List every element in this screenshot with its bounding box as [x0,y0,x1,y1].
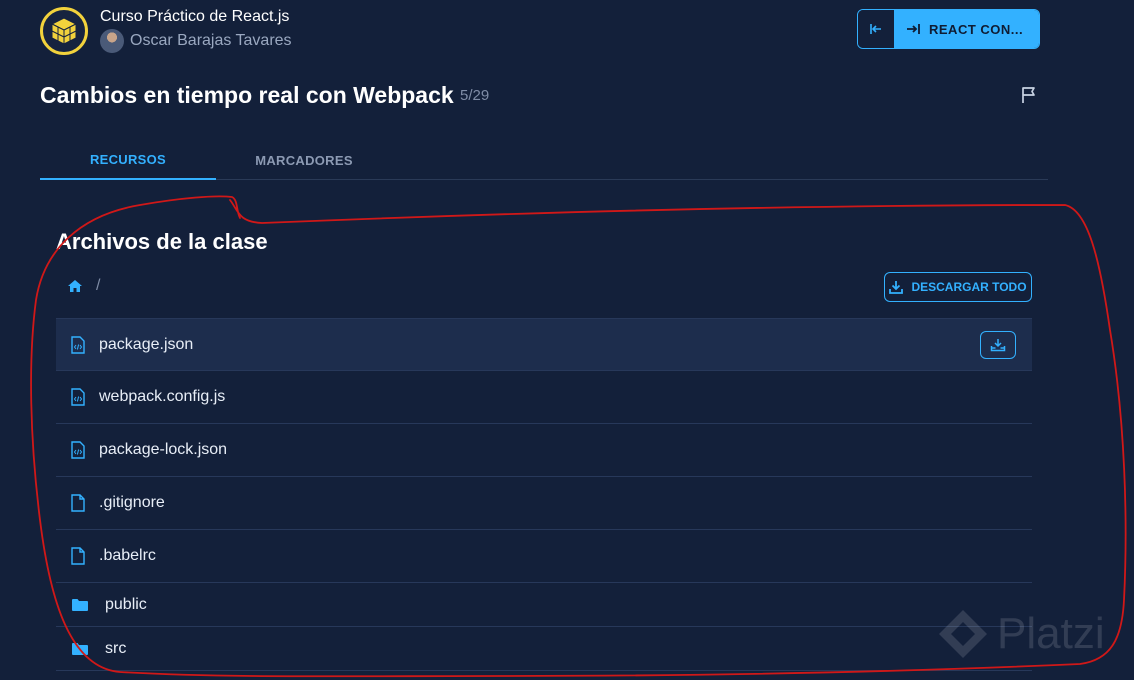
flag-icon [1022,87,1035,103]
folder-icon [72,642,88,655]
tab-bar: RECURSOS MARCADORES [40,140,1048,180]
file-icon [71,547,85,565]
file-icon [71,494,85,512]
list-item[interactable]: public [56,583,1032,627]
download-file-button[interactable] [980,331,1016,359]
teacher[interactable]: Oscar Barajas Tavares [100,29,292,53]
webpack-cube-icon [50,17,78,45]
watermark-text: Platzi [997,609,1105,658]
download-all-label: DESCARGAR TODO [911,280,1027,294]
page: Curso Práctico de React.js Oscar Barajas… [0,0,1134,680]
code-file-icon [71,441,85,459]
previous-lesson-button[interactable] [858,10,895,48]
list-item[interactable]: package.json [56,318,1032,371]
next-lesson-button[interactable]: REACT CON... [895,10,1039,48]
course-title[interactable]: Curso Práctico de React.js [100,8,289,26]
folder-name: public [105,595,147,613]
avatar [100,29,124,53]
lesson-navigation: REACT CON... [857,9,1040,49]
folder-icon [72,598,88,611]
arrow-left-to-bar-icon [870,24,881,34]
tab-recursos[interactable]: RECURSOS [40,140,216,180]
download-icon [990,339,1006,352]
tab-marcadores[interactable]: MARCADORES [216,140,392,180]
lesson-counter: 5/29 [460,87,490,104]
list-item[interactable]: webpack.config.js [56,371,1032,424]
breadcrumb: / [67,277,100,295]
code-file-icon [71,388,85,406]
page-title: Cambios en tiempo real con Webpack [40,82,454,108]
arrow-right-to-bar-icon [907,24,920,34]
download-all-button[interactable]: DESCARGAR TODO [884,272,1032,302]
report-flag-button[interactable] [1018,84,1040,106]
course-badge-logo[interactable] [40,7,88,55]
platzi-logo-icon [939,610,987,658]
list-item[interactable]: package-lock.json [56,424,1032,477]
watermark: Platzi [935,606,1105,662]
home-icon[interactable] [67,279,83,293]
breadcrumb-separator: / [96,277,101,294]
download-icon [889,281,904,294]
code-file-icon [71,335,85,354]
list-item[interactable]: .gitignore [56,477,1032,530]
files-section-title: Archivos de la clase [56,229,268,254]
file-name: .babelrc [99,547,156,564]
folder-name: src [105,639,127,657]
list-item[interactable]: src [56,627,1032,671]
teacher-name: Oscar Barajas Tavares [130,32,292,49]
list-item[interactable]: .babelrc [56,530,1032,583]
file-name: .gitignore [99,494,165,511]
file-name: package-lock.json [99,441,228,458]
file-name: webpack.config.js [99,388,226,405]
file-name: package.json [99,335,194,353]
file-list: package.json webpack.config.js package-l… [56,318,1032,671]
next-lesson-label: REACT CON... [929,21,1024,37]
